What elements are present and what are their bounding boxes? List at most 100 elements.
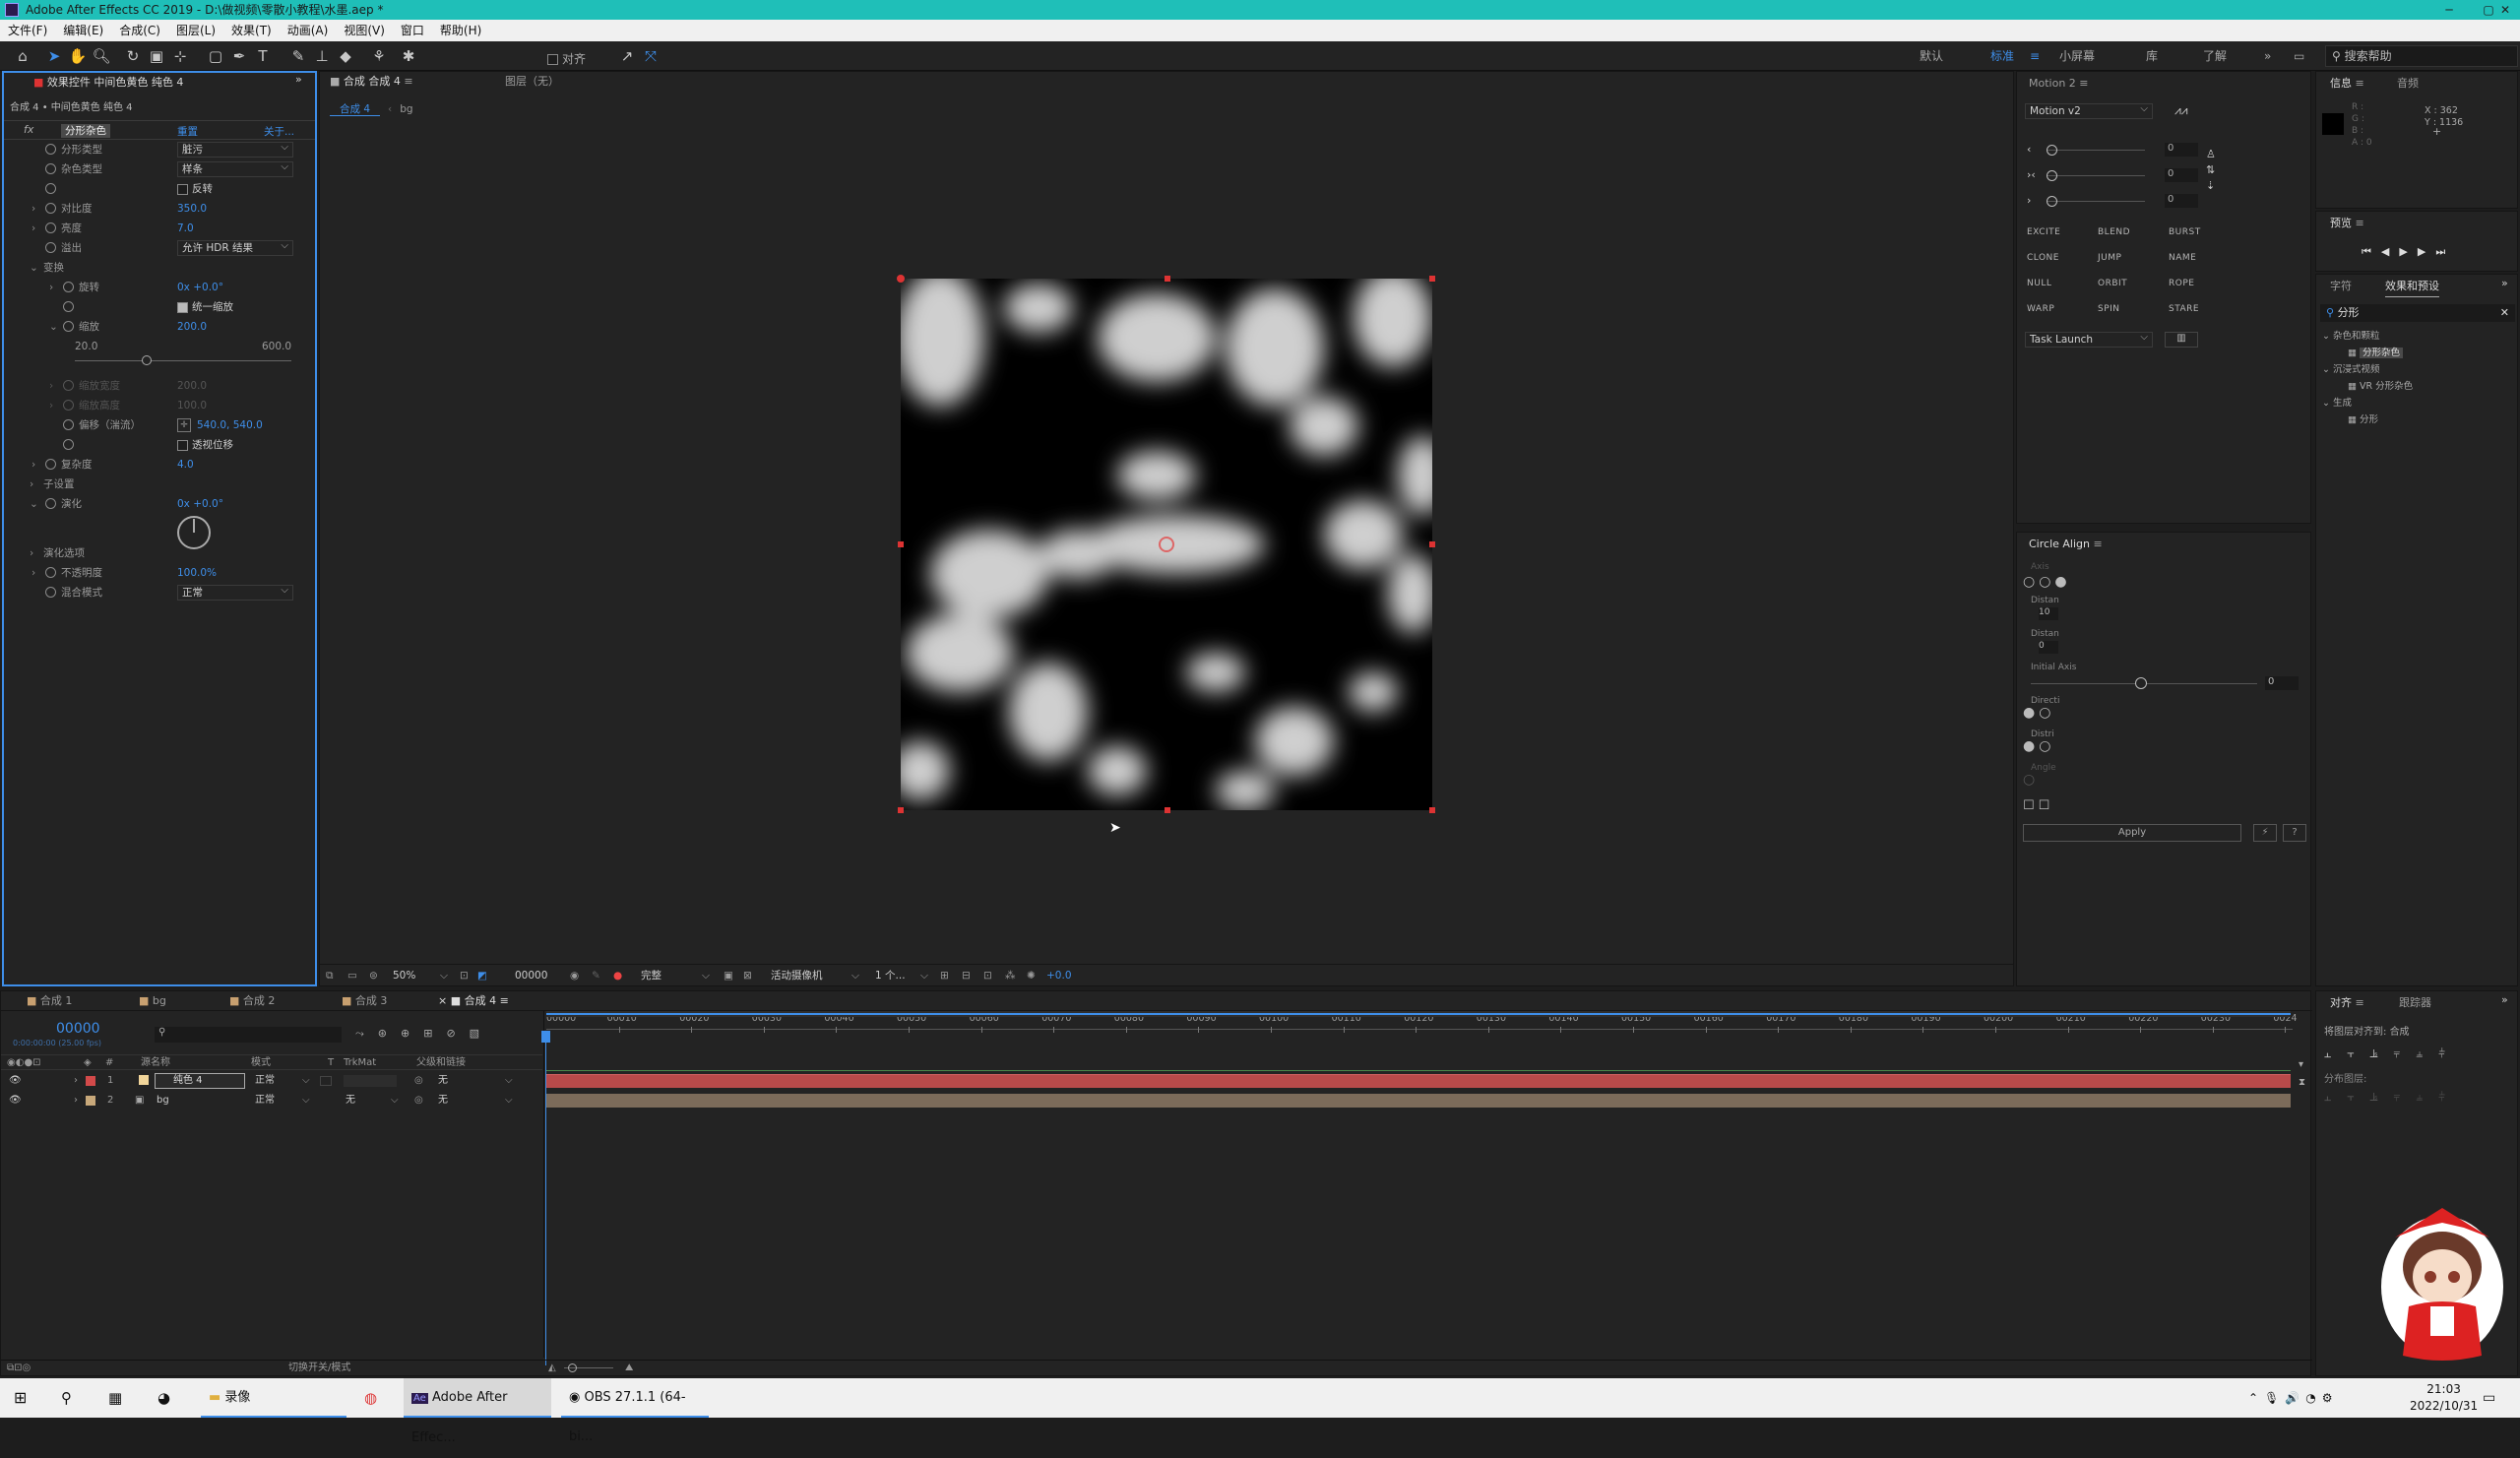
label-color-swatch[interactable]: [86, 1076, 95, 1086]
stopwatch-icon[interactable]: [63, 301, 74, 312]
menu-composition[interactable]: 合成(C): [111, 20, 168, 41]
ease-value-2[interactable]: 0: [2165, 168, 2198, 182]
fx-icon[interactable]: fx: [24, 123, 33, 136]
hand-tool-icon[interactable]: ✋: [67, 45, 89, 67]
eraser-tool-icon[interactable]: ◆: [335, 45, 356, 67]
layer-name[interactable]: bg: [157, 1092, 169, 1109]
rotation-value[interactable]: 0x +0.0°: [177, 278, 223, 297]
tab-menu-icon[interactable]: ≡: [2356, 77, 2364, 90]
effects-search[interactable]: ⚲ 分形 ✕: [2320, 304, 2515, 322]
preserve-transparency-checkbox[interactable]: [320, 1076, 332, 1086]
circle-align-tab[interactable]: Circle Align ≡: [2029, 535, 2103, 554]
evolution-value[interactable]: 0x +0.0°: [177, 494, 223, 514]
stopwatch-icon[interactable]: [45, 498, 56, 509]
tab-menu-icon[interactable]: ≡: [2079, 77, 2088, 90]
stopwatch-icon[interactable]: [45, 459, 56, 470]
effect-reset-link[interactable]: 重置: [177, 124, 198, 139]
minimize-button[interactable]: ─: [2429, 0, 2469, 20]
stopwatch-icon[interactable]: [45, 242, 56, 253]
stopwatch-icon[interactable]: [63, 419, 74, 430]
region-of-interest-icon[interactable]: ▣: [724, 965, 733, 986]
menu-window[interactable]: 窗口: [393, 20, 432, 41]
checkbox-box[interactable]: [177, 439, 188, 451]
zoom-tool-icon[interactable]: 🔍︎: [91, 45, 112, 67]
expand-arrow-icon[interactable]: ›: [30, 543, 33, 563]
current-time-display[interactable]: 00000: [515, 965, 547, 986]
rope-button[interactable]: ROPE: [2169, 279, 2194, 288]
current-time-code[interactable]: 00000: [56, 1021, 100, 1037]
workspace-learn[interactable]: 了解: [2203, 41, 2227, 71]
workspace-menu-icon[interactable]: ≡: [2030, 41, 2040, 71]
offset-value[interactable]: 540.0, 540.0: [197, 415, 263, 435]
orbit-button[interactable]: ORBIT: [2098, 279, 2127, 288]
layer-row[interactable]: 👁︎ › 2 ▣ bg 正常 ⌵ 无 ⌵ ◎ 无 ⌵: [1, 1092, 542, 1109]
stopwatch-icon[interactable]: [63, 321, 74, 332]
preview-tab[interactable]: 预览 ≡: [2330, 214, 2364, 233]
tab-comp4[interactable]: × ■ 合成 4 ≡: [438, 991, 509, 1011]
layer-bar-1[interactable]: [546, 1074, 2291, 1088]
distance-input[interactable]: 10: [2039, 607, 2058, 620]
tree-category-noise[interactable]: ⌄ 杂色和颗粒: [2322, 328, 2413, 345]
clone-button[interactable]: CLONE: [2027, 253, 2059, 263]
exposure-value[interactable]: +0.0: [1046, 965, 1072, 986]
audio-tab[interactable]: 音频: [2397, 74, 2419, 94]
blend-mode-select[interactable]: 正常: [177, 584, 293, 601]
complexity-value[interactable]: 4.0: [177, 455, 194, 475]
zoom-out-icon[interactable]: ◭: [548, 1361, 556, 1376]
handle-right[interactable]: [1429, 541, 1435, 547]
prev-frame-icon[interactable]: ◀: [2381, 245, 2399, 258]
panel-overflow-icon[interactable]: »: [2501, 277, 2508, 289]
trkmat-select[interactable]: [344, 1075, 397, 1087]
checkbox-box[interactable]: [177, 183, 188, 195]
spin-button[interactable]: SPIN: [2098, 304, 2120, 314]
handle-bottom[interactable]: [1165, 807, 1170, 813]
stopwatch-icon[interactable]: [45, 587, 56, 598]
snap-icon[interactable]: ↗: [616, 45, 638, 67]
align-checkbox[interactable]: [547, 54, 558, 65]
invert-checkbox[interactable]: 反转: [177, 179, 213, 199]
notification-icon[interactable]: ▭: [2483, 1378, 2495, 1418]
tree-category-immersive[interactable]: ⌄ 沉浸式视频: [2322, 361, 2413, 378]
ease-slider-3[interactable]: [2047, 201, 2145, 202]
tab-menu-icon[interactable]: ≡: [2093, 538, 2102, 550]
workspace-standard[interactable]: 标准: [1990, 41, 2014, 71]
layer-tab[interactable]: 图层（无）: [505, 72, 559, 92]
expand-arrow-icon[interactable]: ›: [32, 455, 35, 475]
time-ruler[interactable]: 00000 00010 00020 00030 00040 00050 00060 00070…: [546, 1013, 2298, 1052]
handle-top[interactable]: [1165, 276, 1170, 282]
effect-controls-tab[interactable]: ■ 效果控件 中间色黄色 纯色 4: [33, 73, 309, 93]
slider-thumb[interactable]: [2135, 677, 2147, 689]
stopwatch-icon[interactable]: [45, 163, 56, 174]
tab-comp2[interactable]: ■ 合成 2: [229, 991, 275, 1011]
null-button[interactable]: NULL: [2027, 279, 2051, 288]
handle-left[interactable]: [898, 541, 904, 547]
layer-row[interactable]: 👁︎ › 1 纯色 4 正常 ⌵ ◎ 无 ⌵: [1, 1072, 542, 1090]
menu-help[interactable]: 帮助(H): [432, 20, 489, 41]
effect-about-link[interactable]: 关于...: [264, 124, 294, 139]
help-search[interactable]: ⚲ 搜索帮助: [2325, 45, 2518, 67]
roto-brush-tool-icon[interactable]: ⚘: [368, 45, 390, 67]
ease-value-3[interactable]: 0: [2165, 194, 2198, 208]
overflow-select[interactable]: 允许 HDR 结果: [177, 239, 293, 256]
stopwatch-icon[interactable]: [45, 183, 56, 194]
info-tab[interactable]: 信息 ≡: [2330, 74, 2364, 94]
tree-item-fractal[interactable]: ▦ 分形: [2322, 412, 2413, 428]
option-checkboxes[interactable]: ☐☐: [2023, 798, 2053, 813]
expand-arrow-icon[interactable]: ›: [49, 396, 53, 415]
slider-thumb[interactable]: [2047, 170, 2057, 181]
effects-presets-tab[interactable]: 效果和预设: [2385, 277, 2439, 297]
camera-select[interactable]: 活动摄像机: [771, 965, 823, 986]
zoom-in-icon[interactable]: ⛰: [625, 1361, 633, 1376]
chrome-icon[interactable]: ◍: [364, 1378, 377, 1418]
expand-arrow-icon[interactable]: ›: [32, 219, 35, 238]
close-tab-icon[interactable]: ×: [438, 994, 451, 1007]
play-icon[interactable]: ▶: [2399, 245, 2417, 258]
name-button[interactable]: NAME: [2169, 253, 2196, 263]
eye-icon[interactable]: 👁︎: [9, 1072, 22, 1090]
snap-options-icon[interactable]: ⤧: [640, 45, 662, 67]
checkbox-box[interactable]: [177, 301, 188, 313]
expand-arrow-icon[interactable]: ›: [32, 199, 35, 219]
slider-thumb[interactable]: [2047, 196, 2057, 207]
fit-icon[interactable]: ⊡: [460, 965, 469, 986]
layer-mode-select[interactable]: 正常: [255, 1092, 275, 1109]
